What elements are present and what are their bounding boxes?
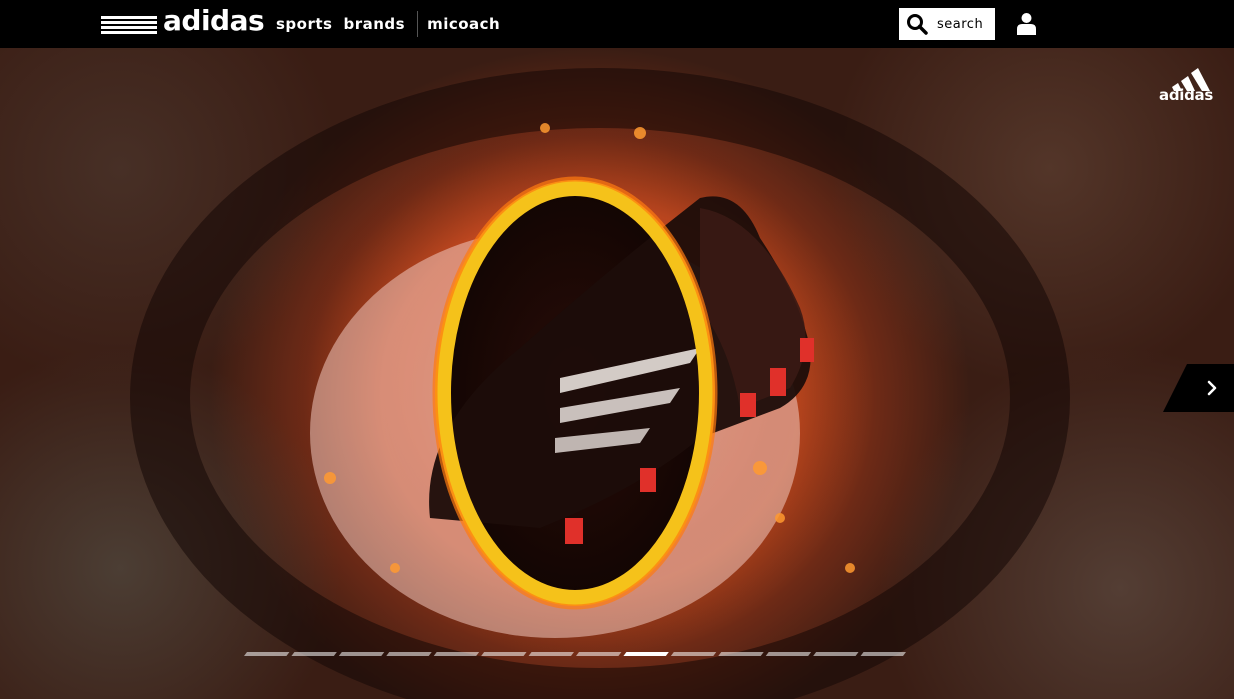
slide-dot[interactable] [765, 652, 812, 656]
slide-dot[interactable] [386, 652, 432, 656]
slide-dot[interactable] [623, 652, 669, 656]
slide-dot[interactable] [244, 652, 290, 656]
slide-dot[interactable] [860, 652, 906, 656]
slide-dot[interactable] [528, 652, 574, 656]
nav-item-micoach[interactable]: micoach [427, 15, 500, 33]
slide-dot[interactable] [291, 652, 337, 656]
top-navigation-bar: adidas sports brands micoach search [0, 0, 1234, 48]
search-placeholder: search [937, 16, 984, 32]
slide-dot[interactable] [433, 652, 480, 656]
slide-dot[interactable] [813, 652, 859, 656]
search-input[interactable]: search [899, 8, 995, 40]
main-nav: sports brands micoach [276, 0, 511, 48]
hero-artwork [130, 68, 1070, 699]
menu-icon[interactable] [101, 16, 157, 36]
brand-logo[interactable]: adidas [163, 4, 265, 37]
slide-dot[interactable] [576, 652, 622, 656]
slide-dot[interactable] [670, 652, 717, 656]
slide-dot[interactable] [481, 652, 527, 656]
slide-dot[interactable] [718, 652, 764, 656]
nav-divider [417, 11, 419, 37]
slide-dot[interactable] [338, 652, 385, 656]
corner-logo-text: adidas [1159, 86, 1213, 104]
hero-banner: adidas [0, 48, 1234, 699]
user-account-icon[interactable] [1016, 12, 1037, 35]
nav-item-sports[interactable]: sports [276, 15, 332, 33]
nav-item-brands[interactable]: brands [343, 15, 405, 33]
search-icon [907, 14, 928, 35]
slide-progress-indicator [244, 652, 906, 656]
next-slide-button[interactable] [1163, 364, 1234, 412]
